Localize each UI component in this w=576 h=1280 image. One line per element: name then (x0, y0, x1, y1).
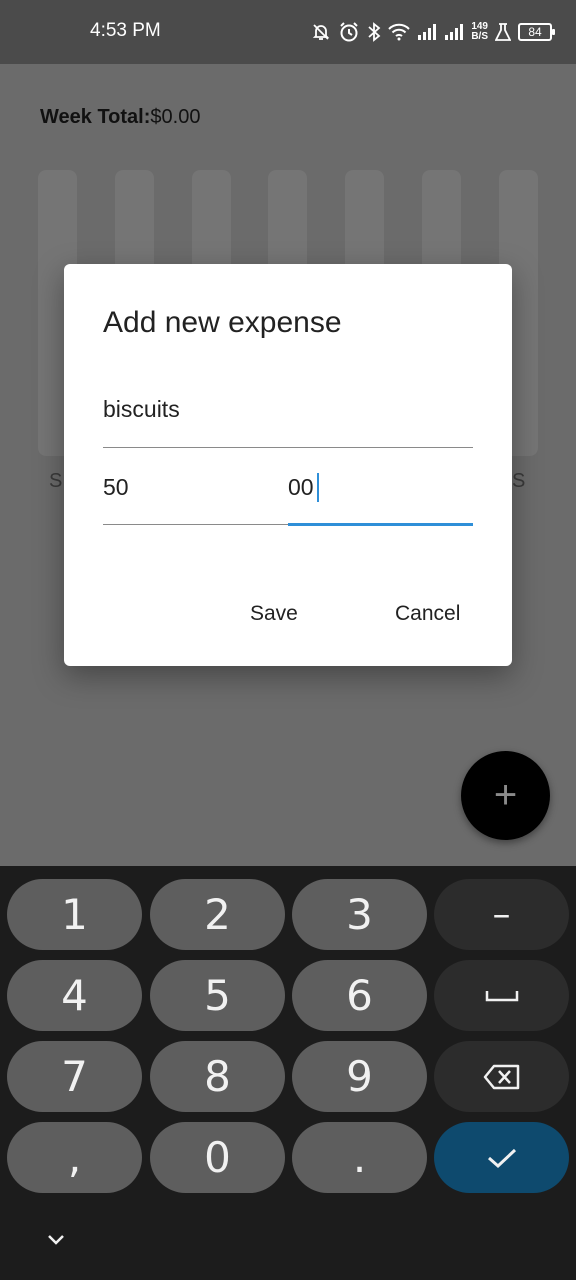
text-caret (317, 473, 319, 502)
key-2[interactable]: 2 (150, 879, 285, 950)
save-button[interactable]: Save (250, 602, 298, 626)
key-confirm[interactable] (434, 1122, 569, 1193)
plus-icon: + (493, 773, 518, 817)
bluetooth-icon (367, 22, 381, 42)
expense-name-underline (103, 447, 473, 448)
battery-level: 84 (528, 25, 542, 39)
cancel-button[interactable]: Cancel (395, 602, 460, 626)
amount-whole-underline (103, 524, 288, 525)
key-0[interactable]: 0 (150, 1122, 285, 1193)
key-comma[interactable]: , (7, 1122, 142, 1193)
net-speed-unit: B/S (471, 31, 488, 42)
week-total-label: Week Total: (40, 106, 151, 128)
key-period[interactable]: . (292, 1122, 427, 1193)
key-backspace[interactable] (434, 1041, 569, 1112)
key-8[interactable]: 8 (150, 1041, 285, 1112)
battery-icon: 84 (518, 23, 555, 41)
status-time: 4:53 PM (90, 20, 161, 41)
key-7[interactable]: 7 (7, 1041, 142, 1112)
week-total-value: $0.00 (150, 106, 201, 128)
flask-icon (495, 22, 511, 42)
status-bar: 4:53 PM 149 B/S 84 (0, 0, 576, 64)
net-speed: 149 B/S (471, 22, 488, 42)
wifi-icon (388, 23, 411, 41)
signal-icon-2 (444, 23, 464, 41)
expense-name-field[interactable]: biscuits (103, 396, 180, 423)
muted-bell-icon (311, 22, 331, 42)
key-minus[interactable]: – (434, 879, 569, 950)
amount-cents-underline (288, 523, 473, 526)
status-icons: 149 B/S 84 (311, 16, 555, 48)
dialog-title: Add new expense (103, 306, 342, 339)
chevron-down-icon[interactable] (44, 1228, 68, 1252)
amount-cents-field[interactable]: 00 (288, 474, 314, 501)
amount-whole-field[interactable]: 50 (103, 474, 129, 501)
add-expense-dialog: Add new expense biscuits 50 00 Save Canc… (64, 264, 512, 666)
key-3[interactable]: 3 (292, 879, 427, 950)
key-1[interactable]: 1 (7, 879, 142, 950)
signal-icon (417, 23, 437, 41)
key-5[interactable]: 5 (150, 960, 285, 1031)
key-6[interactable]: 6 (292, 960, 427, 1031)
chart-day-label: S (512, 470, 526, 492)
numeric-keyboard: 1 2 3 – 4 5 6 7 8 9 , 0 . (0, 866, 576, 1280)
space-icon (485, 990, 518, 1001)
key-4[interactable]: 4 (7, 960, 142, 1031)
add-expense-button[interactable]: + (461, 751, 550, 840)
checkmark-icon (487, 1148, 516, 1168)
backspace-icon (483, 1064, 519, 1089)
alarm-icon (338, 21, 360, 43)
week-total: Week Total:$0.00 (40, 106, 200, 129)
chart-day-label: S (49, 470, 63, 492)
key-space[interactable] (434, 960, 569, 1031)
key-9[interactable]: 9 (292, 1041, 427, 1112)
